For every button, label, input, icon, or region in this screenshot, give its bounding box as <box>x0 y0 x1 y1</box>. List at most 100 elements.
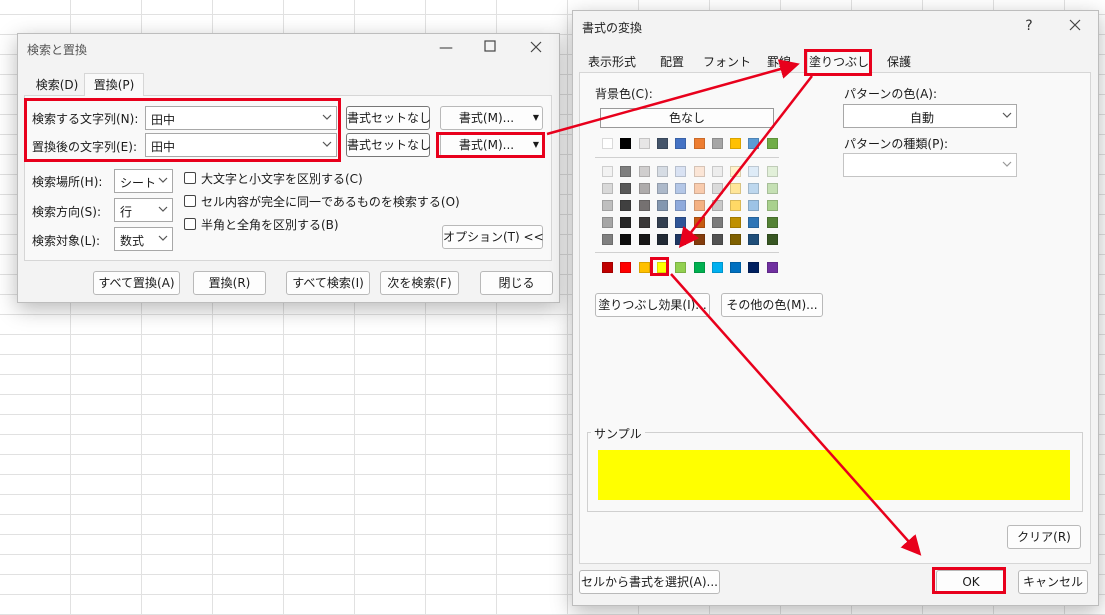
more-colors-button[interactable]: その他の色(M)... <box>721 293 823 317</box>
shade-color-swatch[interactable] <box>620 217 631 228</box>
replace-no-format-button[interactable]: 書式セットなし <box>346 133 431 157</box>
pattern-style-select[interactable] <box>843 153 1017 177</box>
shade-color-swatch[interactable] <box>712 217 723 228</box>
shade-color-swatch[interactable] <box>657 166 668 177</box>
close-icon[interactable] <box>1067 19 1083 35</box>
tab-replace[interactable]: 置換(P) <box>84 73 144 96</box>
shade-color-swatch[interactable] <box>602 234 613 245</box>
find-no-format-button[interactable]: 書式セットなし <box>346 106 431 130</box>
tab-border[interactable]: 罫線 <box>759 51 799 73</box>
shade-color-swatch[interactable] <box>730 234 741 245</box>
theme-color-swatch[interactable] <box>639 138 650 149</box>
cancel-button[interactable]: キャンセル <box>1018 570 1088 594</box>
theme-color-swatch[interactable] <box>602 138 613 149</box>
standard-color-swatch[interactable] <box>748 262 759 273</box>
shade-color-swatch[interactable] <box>620 234 631 245</box>
standard-color-swatch[interactable] <box>639 262 650 273</box>
match-entire-checkbox[interactable] <box>184 195 196 207</box>
replace-format-button[interactable]: 書式(M)... ▼ <box>440 133 543 157</box>
fill-effects-button[interactable]: 塗りつぶし効果(I)... <box>595 293 710 317</box>
shade-color-swatch[interactable] <box>657 200 668 211</box>
help-icon[interactable]: ? <box>1021 19 1037 35</box>
replace-all-button[interactable]: すべて置換(A) <box>93 271 180 295</box>
shade-color-swatch[interactable] <box>657 234 668 245</box>
shade-color-swatch[interactable] <box>602 200 613 211</box>
shade-color-swatch[interactable] <box>694 183 705 194</box>
shade-color-swatch[interactable] <box>694 166 705 177</box>
look-in-select[interactable]: 数式 <box>114 227 173 251</box>
standard-color-swatch[interactable] <box>675 262 686 273</box>
shade-color-swatch[interactable] <box>730 183 741 194</box>
shade-color-swatch[interactable] <box>675 183 686 194</box>
close-button[interactable]: 閉じる <box>480 271 553 295</box>
close-icon[interactable] <box>528 41 544 57</box>
theme-color-swatch[interactable] <box>748 138 759 149</box>
shade-color-swatch[interactable] <box>748 217 759 228</box>
match-case-checkbox[interactable] <box>184 172 196 184</box>
shade-color-swatch[interactable] <box>748 234 759 245</box>
theme-color-swatch[interactable] <box>767 138 778 149</box>
shade-color-swatch[interactable] <box>657 183 668 194</box>
tab-number[interactable]: 表示形式 <box>579 51 645 73</box>
shade-color-swatch[interactable] <box>620 200 631 211</box>
find-what-input[interactable]: 田中 <box>145 106 337 130</box>
no-color-button[interactable]: 色なし <box>600 108 774 128</box>
match-byte-checkbox[interactable] <box>184 218 196 230</box>
ok-button[interactable]: OK <box>936 570 1006 594</box>
shade-color-swatch[interactable] <box>639 200 650 211</box>
standard-color-swatch[interactable] <box>657 262 668 273</box>
shade-color-swatch[interactable] <box>657 217 668 228</box>
tab-protection[interactable]: 保護 <box>875 51 923 73</box>
theme-color-swatch[interactable] <box>675 138 686 149</box>
standard-color-swatch[interactable] <box>620 262 631 273</box>
shade-color-swatch[interactable] <box>767 234 778 245</box>
shade-color-swatch[interactable] <box>639 166 650 177</box>
tab-font[interactable]: フォント <box>699 51 755 73</box>
shade-color-swatch[interactable] <box>675 166 686 177</box>
shade-color-swatch[interactable] <box>620 166 631 177</box>
shade-color-swatch[interactable] <box>767 200 778 211</box>
shade-color-swatch[interactable] <box>712 234 723 245</box>
shade-color-swatch[interactable] <box>730 200 741 211</box>
shade-color-swatch[interactable] <box>767 183 778 194</box>
find-next-button[interactable]: 次を検索(F) <box>380 271 459 295</box>
shade-color-swatch[interactable] <box>748 183 759 194</box>
theme-color-swatch[interactable] <box>620 138 631 149</box>
shade-color-swatch[interactable] <box>767 217 778 228</box>
shade-color-swatch[interactable] <box>675 217 686 228</box>
theme-color-swatch[interactable] <box>657 138 668 149</box>
shade-color-swatch[interactable] <box>748 166 759 177</box>
standard-color-swatch[interactable] <box>730 262 741 273</box>
standard-color-swatch[interactable] <box>602 262 613 273</box>
shade-color-swatch[interactable] <box>712 183 723 194</box>
options-button[interactable]: オプション(T) << <box>442 225 544 249</box>
tab-find[interactable]: 検索(D) <box>29 74 85 96</box>
replace-button[interactable]: 置換(R) <box>193 271 266 295</box>
shade-color-swatch[interactable] <box>675 200 686 211</box>
shade-color-swatch[interactable] <box>639 183 650 194</box>
shade-color-swatch[interactable] <box>602 183 613 194</box>
choose-format-from-cell-button[interactable]: セルから書式を選択(A)... <box>579 570 720 594</box>
tab-alignment[interactable]: 配置 <box>649 51 695 73</box>
search-direction-select[interactable]: 行 <box>114 198 173 222</box>
shade-color-swatch[interactable] <box>730 217 741 228</box>
shade-color-swatch[interactable] <box>694 234 705 245</box>
replace-with-input[interactable]: 田中 <box>145 133 337 157</box>
shade-color-swatch[interactable] <box>748 200 759 211</box>
pattern-color-select[interactable]: 自動 <box>843 104 1017 128</box>
shade-color-swatch[interactable] <box>712 200 723 211</box>
maximize-icon[interactable] <box>482 40 498 56</box>
standard-color-swatch[interactable] <box>712 262 723 273</box>
shade-color-swatch[interactable] <box>620 183 631 194</box>
theme-color-swatch[interactable] <box>694 138 705 149</box>
shade-color-swatch[interactable] <box>694 217 705 228</box>
theme-color-swatch[interactable] <box>712 138 723 149</box>
theme-color-swatch[interactable] <box>730 138 741 149</box>
tab-fill[interactable]: 塗りつぶし <box>807 50 871 73</box>
minimize-icon[interactable]: — <box>438 41 454 57</box>
shade-color-swatch[interactable] <box>767 166 778 177</box>
find-all-button[interactable]: すべて検索(I) <box>286 271 370 295</box>
shade-color-swatch[interactable] <box>639 217 650 228</box>
find-format-button[interactable]: 書式(M)... ▼ <box>440 106 543 130</box>
shade-color-swatch[interactable] <box>675 234 686 245</box>
